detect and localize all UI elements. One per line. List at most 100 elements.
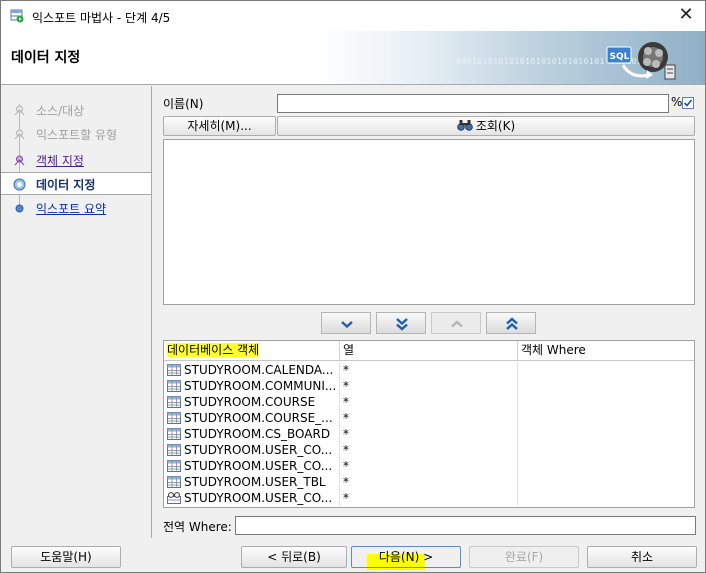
cell-database-object[interactable]: STUDYROOM.USER_CO...	[164, 442, 340, 458]
cell-columns[interactable]: *	[340, 458, 518, 474]
svg-text:SQL: SQL	[610, 52, 630, 62]
object-name: STUDYROOM.CS_BOARD	[184, 427, 331, 441]
object-name: STUDYROOM.COURSE	[184, 395, 316, 409]
table-icon	[167, 460, 181, 472]
table-icon	[167, 476, 181, 488]
wizard-banner: 데이터 지정 0001010101010101010101010101 0101…	[1, 31, 705, 85]
back-button[interactable]: < 뒤로(B)	[241, 546, 347, 568]
cell-object-where[interactable]	[518, 490, 694, 506]
cell-columns[interactable]: *	[340, 410, 518, 426]
cell-columns[interactable]: *	[340, 426, 518, 442]
table-row[interactable]: STUDYROOM.USER_CO... *	[164, 458, 694, 474]
name-label: 이름(N)	[163, 97, 204, 111]
cell-columns[interactable]: *	[340, 474, 518, 490]
header-label: 데이터베이스 객체	[167, 343, 260, 357]
cell-object-where[interactable]	[518, 458, 694, 474]
table-icon	[167, 444, 181, 456]
binoculars-icon	[457, 120, 473, 131]
cell-database-object[interactable]: STUDYROOM.USER_CO...	[164, 458, 340, 474]
object-name: STUDYROOM.USER_TBL	[184, 475, 326, 489]
cell-object-where[interactable]	[518, 426, 694, 442]
cell-database-object[interactable]: STUDYROOM.COMMUNI...	[164, 378, 340, 394]
cell-object-where[interactable]	[518, 362, 694, 378]
wildcard-percent: %	[671, 95, 683, 109]
wizard-steps-nav: 소스/대상 익스포트할 유형 객체 지정 데이터 지정 익스포트 요약	[1, 86, 152, 538]
available-objects-list[interactable]	[163, 139, 695, 305]
move-down-button[interactable]	[321, 312, 371, 334]
table-icon	[167, 412, 181, 424]
table-icon	[167, 428, 181, 440]
export-wizard-window: 익스포트 마법사 - 단계 4/5 ✕ 데이터 지정 0001010101010…	[0, 0, 706, 573]
step-source-target: 소스/대상	[1, 99, 151, 121]
table-row[interactable]: STUDYROOM.USER_CO... *	[164, 490, 694, 506]
close-icon[interactable]: ✕	[675, 4, 697, 26]
cell-columns[interactable]: *	[340, 362, 518, 378]
selected-objects-table[interactable]: 데이터베이스 객체 열 객체 Where STUDYROOM.CALENDA..…	[163, 340, 695, 508]
object-name: STUDYROOM.COMMUNI...	[184, 379, 337, 393]
step-export-summary[interactable]: 익스포트 요약	[1, 197, 151, 219]
step-current-node-icon	[13, 178, 26, 191]
column-header-columns[interactable]: 열	[340, 341, 518, 361]
cell-object-where[interactable]	[518, 442, 694, 458]
cell-columns[interactable]: *	[340, 490, 518, 506]
cell-database-object[interactable]: STUDYROOM.CALENDA...	[164, 362, 340, 378]
table-row[interactable]: STUDYROOM.CALENDA... *	[164, 362, 694, 378]
object-name: STUDYROOM.COURSE_...	[184, 411, 333, 425]
step-label[interactable]: 객체 지정	[36, 152, 84, 169]
table-row[interactable]: STUDYROOM.USER_CO... *	[164, 442, 694, 458]
move-up-button[interactable]	[431, 312, 481, 334]
object-name: STUDYROOM.USER_CO...	[184, 459, 333, 473]
table-row[interactable]: STUDYROOM.COMMUNI... *	[164, 378, 694, 394]
cell-database-object[interactable]: STUDYROOM.USER_CO...	[164, 490, 340, 506]
object-name: STUDYROOM.CALENDA...	[184, 363, 334, 377]
wildcard-checkbox[interactable]	[682, 97, 694, 109]
cell-database-object[interactable]: STUDYROOM.COURSE_...	[164, 410, 340, 426]
help-button[interactable]: 도움말(H)	[11, 546, 121, 568]
double-chevron-up-icon	[506, 317, 518, 330]
cell-object-where[interactable]	[518, 394, 694, 410]
column-header-database-object[interactable]: 데이터베이스 객체	[164, 341, 340, 361]
step-node-icon	[14, 155, 25, 166]
cell-columns[interactable]: *	[340, 378, 518, 394]
move-all-down-button[interactable]	[376, 312, 426, 334]
table-row[interactable]: STUDYROOM.USER_TBL *	[164, 474, 694, 490]
cell-database-object[interactable]: STUDYROOM.USER_TBL	[164, 474, 340, 490]
double-chevron-down-icon	[396, 318, 408, 331]
step-node-icon	[15, 204, 24, 213]
column-header-object-where[interactable]: 객체 Where	[518, 341, 694, 361]
global-where-input[interactable]	[235, 516, 696, 535]
cell-columns[interactable]: *	[340, 394, 518, 410]
cell-object-where[interactable]	[518, 410, 694, 426]
table-row[interactable]: STUDYROOM.CS_BOARD *	[164, 426, 694, 442]
table-row[interactable]: STUDYROOM.COURSE *	[164, 394, 694, 410]
finish-button[interactable]: 완료(F)	[469, 546, 579, 568]
next-button[interactable]: 다음(N) >	[351, 546, 461, 568]
cell-object-where[interactable]	[518, 378, 694, 394]
cancel-button[interactable]: 취소	[587, 546, 697, 568]
step-label: 익스포트할 유형	[36, 128, 118, 142]
step-node-icon	[14, 105, 25, 116]
step-specify-data[interactable]: 데이터 지정	[1, 172, 151, 195]
chevron-up-icon	[451, 320, 463, 328]
step-specify-objects[interactable]: 객체 지정	[1, 149, 151, 171]
cell-database-object[interactable]: STUDYROOM.CS_BOARD	[164, 426, 340, 442]
object-name: STUDYROOM.USER_CO...	[184, 443, 333, 457]
cell-object-where[interactable]	[518, 474, 694, 490]
page-title: 데이터 지정	[11, 50, 81, 66]
table-icon	[167, 396, 181, 408]
object-name: STUDYROOM.USER_CO...	[184, 491, 333, 505]
cell-database-object[interactable]: STUDYROOM.COURSE	[164, 394, 340, 410]
table-row[interactable]: STUDYROOM.COURSE_... *	[164, 410, 694, 426]
cell-columns[interactable]: *	[340, 442, 518, 458]
table-icon	[167, 364, 181, 376]
lookup-button[interactable]: 조회(K)	[277, 116, 695, 136]
name-filter-input[interactable]	[277, 94, 669, 113]
check-icon	[683, 99, 693, 107]
details-button[interactable]: 자세히(M)...	[163, 116, 276, 136]
step-label[interactable]: 익스포트 요약	[36, 200, 106, 217]
move-all-up-button[interactable]	[486, 312, 536, 334]
view-icon	[167, 492, 181, 504]
step-node-icon	[14, 129, 25, 140]
app-icon	[10, 9, 24, 23]
step-export-type: 익스포트할 유형	[1, 123, 151, 145]
